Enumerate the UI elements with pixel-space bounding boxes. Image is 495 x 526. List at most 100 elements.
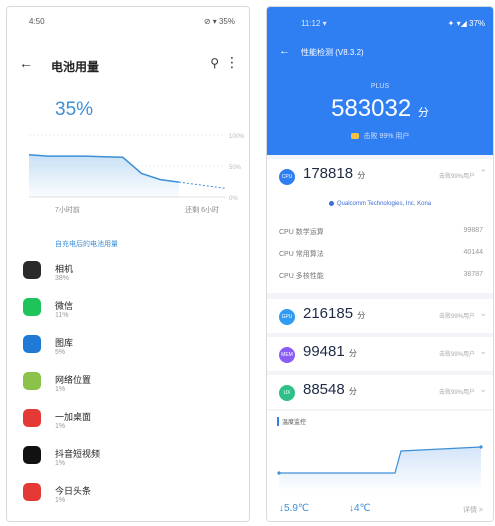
wechat-icon bbox=[23, 298, 41, 316]
battery-projection-line bbox=[178, 181, 226, 189]
benchmark-screen: 11:12 ▾ ✦ ▾◢ 37% ← 性能检测 (V8.3.2) PLUS 58… bbox=[266, 6, 494, 522]
chart-x-start: 7小时前 bbox=[55, 207, 80, 214]
battery-area bbox=[29, 154, 179, 197]
app-row[interactable]: 图库 5% bbox=[7, 333, 249, 369]
cpu-card[interactable]: CPU 178818 分 击败99%用户 ⌃ Qualcomm Technolo… bbox=[267, 159, 493, 293]
status-time: 4:50 bbox=[29, 17, 45, 26]
status-bar: 4:50 ⊘ ▾ 35% bbox=[7, 7, 249, 33]
chevron-up-icon[interactable]: ⌃ bbox=[479, 168, 487, 179]
chevron-down-icon[interactable]: ⌄ bbox=[479, 346, 487, 357]
app-usage-percent: 1% bbox=[55, 386, 66, 393]
status-time: 11:12 ▾ bbox=[301, 19, 327, 28]
app-usage-percent: 1% bbox=[55, 460, 66, 467]
section-label: 自充电后的电池用量 bbox=[55, 241, 118, 248]
axis-tick-100: 100% bbox=[229, 134, 245, 140]
page-title: 性能检测 (V8.3.2) bbox=[301, 48, 364, 57]
status-icons: ⊘ ▾ 35% bbox=[203, 17, 235, 26]
back-arrow-icon[interactable]: ← bbox=[19, 55, 33, 71]
android-icon bbox=[23, 372, 41, 390]
temperature-start-dot bbox=[277, 471, 281, 475]
app-row[interactable]: 相机 38% bbox=[7, 259, 249, 295]
mem-card[interactable]: MEM 99481 分 击败99%用户 ⌄ bbox=[267, 337, 493, 371]
gpu-card[interactable]: GPU 216185 分 击败99%用户 ⌄ bbox=[267, 299, 493, 333]
axis-tick-50: 50% bbox=[229, 165, 242, 171]
chart-x-end: 还剩 6小时 bbox=[185, 207, 219, 214]
mem-note: 击败99%用户 bbox=[438, 352, 475, 358]
app-row[interactable]: 微信 11% bbox=[7, 296, 249, 332]
gpu-note: 击败99%用户 bbox=[438, 314, 475, 320]
status-icons: ✦ ▾◢ 37% bbox=[447, 19, 485, 28]
app-row[interactable]: 一加桌面 1% bbox=[7, 407, 249, 443]
battery-percent: 35% bbox=[55, 99, 94, 120]
cpu-score-value: 178818 bbox=[303, 165, 354, 182]
chip-info: Qualcomm Technologies, Inc. Kona bbox=[267, 201, 493, 207]
rank-badge: 击败 99% 用户 bbox=[267, 131, 493, 141]
app-usage-percent: 5% bbox=[55, 349, 66, 356]
cpu-sub-value: 40144 bbox=[463, 249, 483, 256]
temperature-end: ↓4℃ bbox=[349, 503, 371, 514]
page-title: 电池用量 bbox=[51, 60, 100, 74]
temperature-area bbox=[279, 447, 481, 489]
ux-score: 88548 分 bbox=[303, 381, 357, 398]
app-name: 抖音短视频 bbox=[55, 449, 101, 459]
mem-icon: MEM bbox=[279, 347, 295, 363]
temperature-end-dot bbox=[479, 445, 483, 449]
device-name: PLUS bbox=[370, 83, 390, 90]
more-options-icon[interactable]: ⋮ bbox=[225, 54, 239, 71]
gpu-icon: GPU bbox=[279, 309, 295, 325]
app-name: 图库 bbox=[55, 338, 74, 348]
toutiao-icon bbox=[23, 483, 41, 501]
cpu-sub-row: CPU 多核性能 38787 bbox=[279, 271, 483, 287]
app-bar: ← 电池用量 ⚲ ⋮ bbox=[7, 51, 249, 81]
douyin-icon bbox=[23, 446, 41, 464]
total-score-value: 583032 bbox=[331, 95, 412, 122]
cpu-sub-value: 38787 bbox=[463, 271, 483, 278]
search-icon[interactable]: ⚲ bbox=[210, 56, 219, 70]
ux-card[interactable]: UX 88548 分 击败99%用户 ⌄ bbox=[267, 375, 493, 409]
axis-tick-0: 0% bbox=[229, 196, 238, 202]
app-row[interactable]: 抖音短视频 1% bbox=[7, 444, 249, 480]
temperature-card: 温度监控 ↓5.9℃ ↓4℃ 详情 > bbox=[267, 411, 493, 521]
app-usage-percent: 1% bbox=[55, 497, 66, 504]
cpu-sub-row: CPU 常用算法 40144 bbox=[279, 249, 483, 265]
rank-text: 击败 99% 用户 bbox=[363, 133, 410, 140]
gpu-score-value: 216185 bbox=[303, 305, 354, 322]
app-name: 网络位置 bbox=[55, 375, 92, 385]
gpu-score: 216185 分 bbox=[303, 305, 365, 322]
mem-score-unit: 分 bbox=[348, 349, 357, 358]
app-name: 微信 bbox=[55, 301, 74, 311]
total-score: 583032 分 bbox=[267, 95, 493, 123]
cpu-score-unit: 分 bbox=[357, 171, 366, 180]
cpu-sub-row: CPU 数学运算 99887 bbox=[279, 227, 483, 243]
app-name: 一加桌面 bbox=[55, 412, 92, 422]
ux-score-unit: 分 bbox=[348, 387, 357, 396]
launcher-icon bbox=[23, 409, 41, 427]
app-name: 相机 bbox=[55, 264, 74, 274]
app-usage-percent: 1% bbox=[55, 423, 66, 430]
total-score-unit: 分 bbox=[417, 107, 429, 119]
chip-name: Qualcomm Technologies, Inc. Kona bbox=[336, 201, 432, 208]
camera-icon bbox=[23, 261, 41, 279]
temperature-details-link[interactable]: 详情 > bbox=[463, 505, 483, 515]
back-arrow-icon[interactable]: ← bbox=[279, 45, 290, 57]
ux-icon: UX bbox=[279, 385, 295, 401]
chevron-down-icon[interactable]: ⌄ bbox=[479, 384, 487, 395]
temperature-graph bbox=[277, 445, 483, 489]
app-row[interactable]: 今日头条 1% bbox=[7, 481, 249, 517]
cpu-icon: CPU bbox=[279, 169, 295, 185]
cpu-sub-label: CPU 数学运算 bbox=[279, 229, 324, 236]
mem-score-value: 99481 bbox=[303, 343, 345, 360]
battery-usage-screen: 4:50 ⊘ ▾ 35% ← 电池用量 ⚲ ⋮ 35% 100% 50% 0% … bbox=[6, 6, 250, 522]
gpu-score-unit: 分 bbox=[357, 311, 366, 320]
app-usage-percent: 11% bbox=[55, 312, 69, 319]
cpu-note: 击败99%用户 bbox=[438, 174, 475, 180]
app-row[interactable]: 网络位置 1% bbox=[7, 370, 249, 406]
app-usage-percent: 38% bbox=[55, 275, 70, 282]
cpu-sub-label: CPU 多核性能 bbox=[279, 273, 324, 280]
battery-level-chart: 100% 50% 0% bbox=[29, 134, 245, 202]
chevron-down-icon[interactable]: ⌄ bbox=[479, 308, 487, 319]
crown-icon bbox=[350, 133, 359, 140]
mem-score: 99481 分 bbox=[303, 343, 357, 360]
ux-score-value: 88548 bbox=[303, 381, 345, 398]
cpu-score: 178818 分 bbox=[303, 165, 365, 182]
